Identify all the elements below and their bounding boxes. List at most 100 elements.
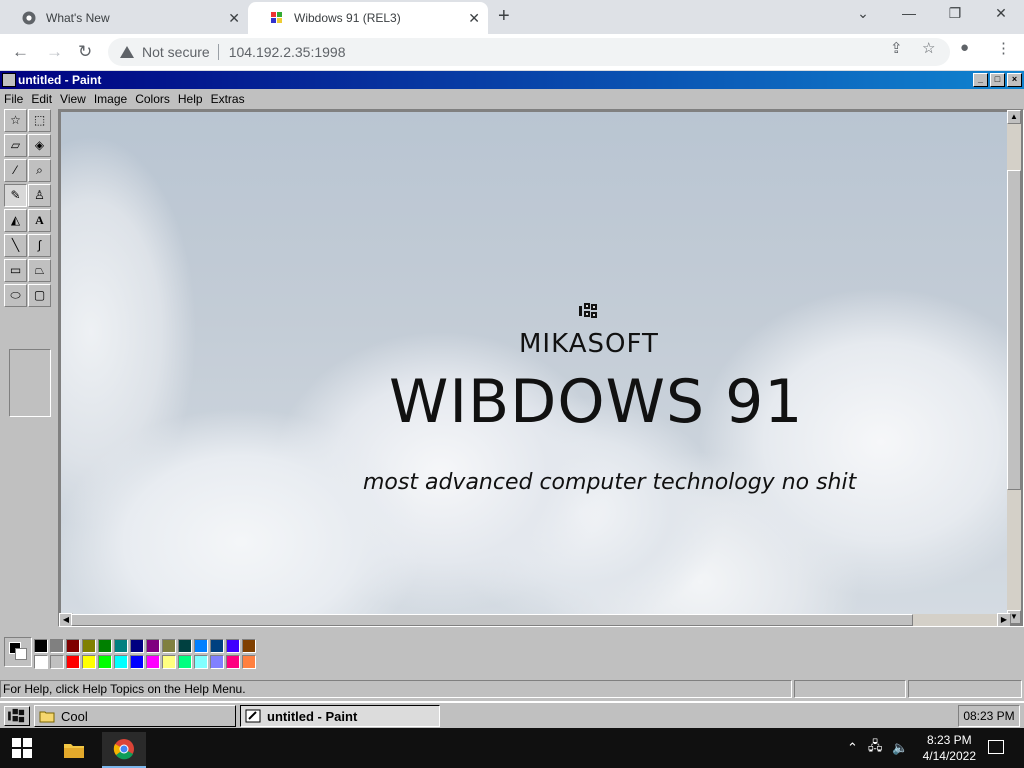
current-colors — [4, 637, 32, 667]
airbrush-icon[interactable]: ◭ — [4, 209, 27, 232]
address-bar[interactable]: Not secure 104.192.2.35:1998 — [108, 38, 950, 66]
tab-search-icon[interactable]: ⌄ — [840, 5, 886, 22]
reload-icon[interactable]: ↻ — [78, 42, 92, 62]
task-paint[interactable]: untitled - Paint — [240, 705, 440, 727]
network-icon[interactable]: 🖧 — [868, 737, 883, 759]
window-titlebar[interactable]: untitled - Paint _ □ × — [0, 71, 1024, 89]
color-swatch[interactable] — [66, 639, 80, 653]
pick-color-icon[interactable]: ⁄ — [4, 159, 27, 182]
system-clock[interactable]: 8:23 PM 4/14/2022 — [923, 732, 976, 764]
tool-options-box[interactable] — [9, 349, 51, 417]
free-form-select-icon[interactable]: ☆ — [4, 109, 27, 132]
rectangle-icon[interactable]: ▭ — [4, 259, 27, 282]
color-swatch[interactable] — [82, 639, 96, 653]
menu-colors[interactable]: Colors — [131, 92, 174, 106]
warning-icon[interactable] — [120, 46, 134, 58]
color-swatch[interactable] — [98, 655, 112, 669]
clock-date: 4/14/2022 — [922, 749, 976, 763]
notifications-icon[interactable] — [988, 740, 1004, 754]
more-menu-icon[interactable]: ⋮ — [996, 39, 1011, 57]
share-icon[interactable]: ⇪ — [890, 39, 903, 57]
chevron-up-icon[interactable]: ⌃ — [847, 740, 858, 756]
color-swatch[interactable] — [242, 655, 256, 669]
menu-view[interactable]: View — [56, 92, 90, 106]
color-swatch[interactable] — [130, 639, 144, 653]
close-tab-icon[interactable]: ✕ — [468, 10, 480, 27]
close-tab-icon[interactable]: ✕ — [228, 10, 240, 27]
product-title: WIBDOWS 91 — [389, 367, 804, 437]
menu-edit[interactable]: Edit — [27, 92, 56, 106]
color-swatch[interactable] — [114, 639, 128, 653]
paint-app-icon[interactable] — [2, 73, 16, 87]
color-swatch[interactable] — [114, 655, 128, 669]
url-text[interactable]: 104.192.2.35:1998 — [229, 44, 346, 60]
vertical-scroll-thumb[interactable] — [1007, 170, 1021, 490]
file-explorer-icon[interactable] — [52, 732, 96, 768]
color-swatch[interactable] — [178, 655, 192, 669]
color-swatch[interactable] — [146, 655, 160, 669]
pencil-icon[interactable]: ✎ — [4, 184, 27, 207]
restore-icon[interactable]: ❐ — [932, 5, 978, 22]
drawing-canvas[interactable]: MIKASOFT WIBDOWS 91 most advanced comput… — [61, 112, 1011, 617]
scroll-right-icon[interactable]: ▶ — [997, 613, 1011, 626]
tab-wibdows-91[interactable]: Wibdows 91 (REL3) ✕ — [248, 2, 488, 34]
scroll-up-icon[interactable]: ▲ — [1007, 110, 1021, 124]
color-swatch[interactable] — [98, 639, 112, 653]
minimize-icon[interactable]: — — [886, 5, 932, 21]
chrome-taskbar-icon[interactable] — [102, 732, 146, 768]
fill-with-color-icon[interactable]: ◈ — [28, 134, 51, 157]
horizontal-scroll-thumb[interactable] — [71, 614, 913, 626]
color-swatch[interactable] — [34, 639, 48, 653]
menu-extras[interactable]: Extras — [207, 92, 249, 106]
polygon-icon[interactable]: ⏢ — [28, 259, 51, 282]
minimize-icon[interactable]: _ — [973, 73, 988, 87]
line-icon[interactable]: ╲ — [4, 234, 27, 257]
color-swatch[interactable] — [146, 639, 160, 653]
color-swatch[interactable] — [50, 639, 64, 653]
menu-help[interactable]: Help — [174, 92, 207, 106]
color-swatch[interactable] — [130, 655, 144, 669]
clock-time: 8:23 PM — [926, 733, 972, 747]
profile-icon[interactable]: ● — [960, 39, 969, 56]
volume-icon[interactable]: 🔈 — [892, 740, 908, 756]
maximize-icon[interactable]: □ — [990, 73, 1005, 87]
color-swatch[interactable] — [162, 655, 176, 669]
windows-start-icon[interactable] — [12, 738, 32, 758]
rounded-rectangle-icon[interactable]: ▢ — [28, 284, 51, 307]
color-swatch[interactable] — [194, 639, 208, 653]
close-window-icon[interactable]: ✕ — [978, 5, 1024, 22]
color-swatch[interactable] — [210, 655, 224, 669]
forward-icon[interactable]: → — [46, 42, 63, 62]
close-icon[interactable]: × — [1007, 73, 1022, 87]
color-swatch[interactable] — [82, 655, 96, 669]
color-swatch[interactable] — [226, 639, 240, 653]
horizontal-scrollbar[interactable]: ◀ ▶ — [59, 613, 1011, 626]
menu-file[interactable]: File — [0, 92, 27, 106]
color-swatch[interactable] — [226, 655, 240, 669]
new-tab-icon[interactable]: + — [498, 5, 510, 28]
magnifier-icon[interactable]: ⌕ — [28, 159, 51, 182]
brush-icon[interactable]: ♙ — [28, 184, 51, 207]
text-icon[interactable]: A — [28, 209, 51, 232]
eraser-icon[interactable]: ▱ — [4, 134, 27, 157]
task-cool[interactable]: Cool — [34, 705, 236, 727]
color-swatch[interactable] — [210, 639, 224, 653]
color-swatch[interactable] — [194, 655, 208, 669]
ellipse-icon[interactable]: ⬭ — [4, 284, 27, 307]
color-swatch[interactable] — [162, 639, 176, 653]
bookmark-star-icon[interactable]: ☆ — [922, 39, 935, 57]
vertical-scrollbar[interactable]: ▲ ▼ — [1007, 110, 1021, 624]
menu-image[interactable]: Image — [90, 92, 131, 106]
color-swatch[interactable] — [178, 639, 192, 653]
color-swatch[interactable] — [50, 655, 64, 669]
start-button[interactable] — [4, 706, 30, 726]
color-swatch[interactable] — [242, 639, 256, 653]
back-icon[interactable]: ← — [12, 42, 29, 62]
color-swatch[interactable] — [66, 655, 80, 669]
select-icon[interactable]: ⬚ — [28, 109, 51, 132]
folder-icon — [39, 711, 55, 723]
curve-icon[interactable]: ∫ — [28, 234, 51, 257]
color-swatch[interactable] — [34, 655, 48, 669]
security-label[interactable]: Not secure — [142, 44, 210, 60]
tab-whats-new[interactable]: What's New ✕ — [0, 2, 248, 34]
